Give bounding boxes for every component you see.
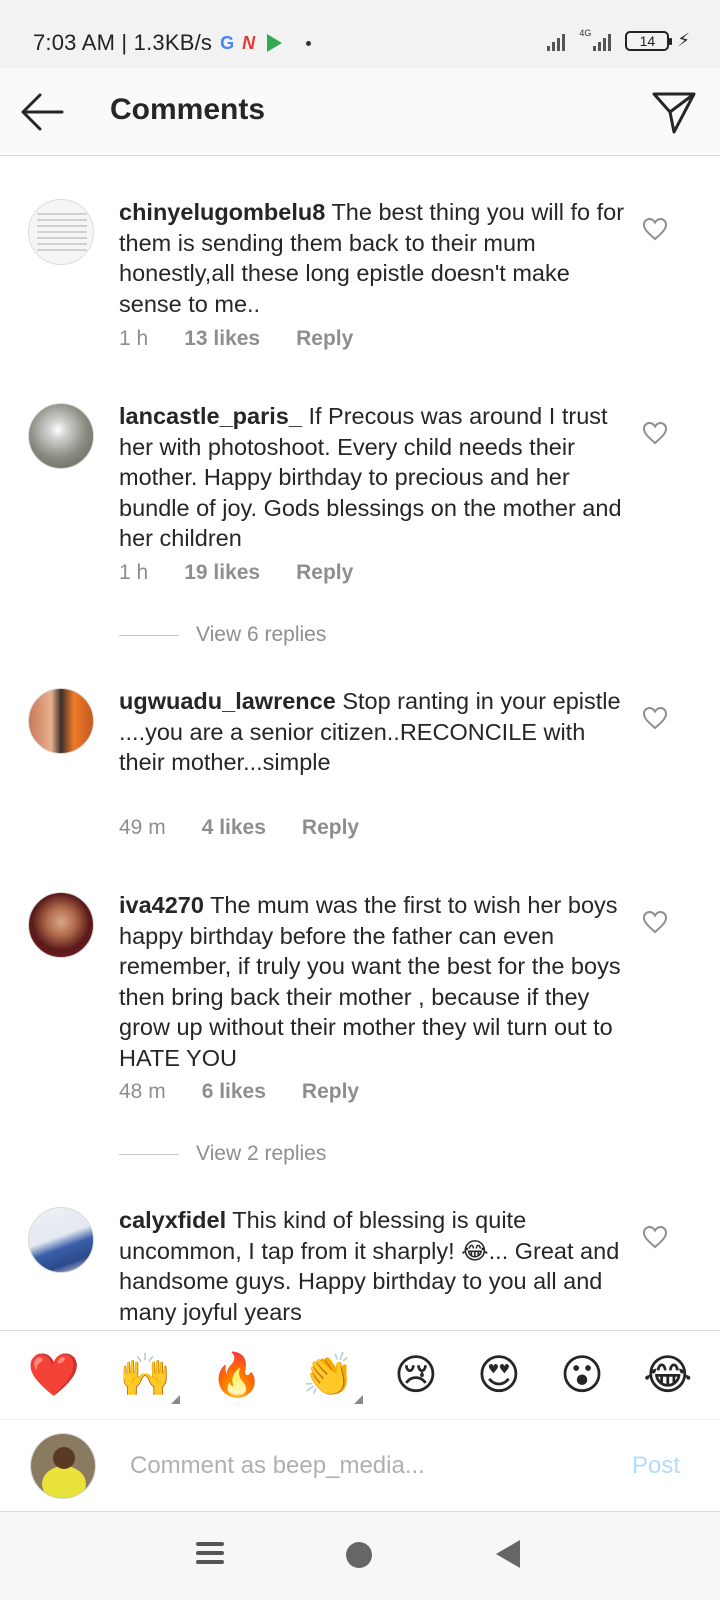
avatar	[30, 1433, 96, 1499]
heart-icon[interactable]	[642, 910, 668, 934]
avatar[interactable]	[28, 199, 94, 265]
status-bar: 7:03 AM | 1.3KB/s G N 4G 14 ⚡	[0, 0, 720, 68]
comment-time: 49 m	[119, 816, 166, 839]
back-button[interactable]	[18, 90, 66, 134]
notification-dot-icon	[306, 40, 312, 46]
view-replies-label: View 6 replies	[196, 623, 327, 646]
avatar[interactable]	[28, 688, 94, 754]
comment-meta: 49 m 4 likes Reply	[119, 816, 359, 840]
comment-meta: 1 h 19 likes Reply	[119, 561, 353, 585]
comment-username[interactable]: iva4270	[119, 892, 204, 918]
comment-text: ugwuadu_lawrence Stop ranting in your ep…	[119, 686, 634, 778]
comment-content: The mum was the first to wish her boys h…	[119, 892, 621, 1071]
comment-input-bar: Post	[0, 1420, 720, 1512]
post-button[interactable]: Post	[632, 1452, 680, 1480]
signal-2-icon	[593, 31, 613, 51]
signal-icon	[547, 31, 567, 51]
comment-likes[interactable]: 6 likes	[202, 1080, 266, 1104]
emoji-raised-hands-button[interactable]: 🙌	[119, 1350, 180, 1404]
avatar[interactable]	[28, 892, 94, 958]
comment-text: chinyelugombelu8 The best thing you will…	[119, 197, 634, 319]
comment-input[interactable]	[130, 1448, 570, 1484]
heart-icon[interactable]	[642, 217, 668, 241]
divider	[119, 1153, 179, 1155]
reply-button[interactable]: Reply	[296, 327, 353, 351]
comment-meta: 1 h 13 likes Reply	[119, 327, 353, 351]
play-store-icon	[267, 34, 283, 52]
reply-button[interactable]: Reply	[296, 561, 353, 585]
avatar[interactable]	[28, 1207, 94, 1273]
header: Comments	[0, 68, 720, 156]
reply-button[interactable]: Reply	[302, 816, 359, 840]
status-right: 4G 14 ⚡	[547, 27, 690, 51]
emoji-surprised-button[interactable]: 😮	[560, 1350, 604, 1400]
status-left: 7:03 AM | 1.3KB/s G N	[33, 30, 312, 56]
comments-list[interactable]: chinyelugombelu8 The best thing you will…	[0, 157, 720, 1330]
comment-username[interactable]: calyxfidel	[119, 1207, 226, 1233]
more-variants-icon	[353, 1395, 363, 1404]
reply-button[interactable]: Reply	[302, 1080, 359, 1104]
news-icon: N	[242, 33, 256, 53]
avatar[interactable]	[28, 403, 94, 469]
emoji-raised-hands-label: 🙌	[119, 1350, 172, 1399]
google-icon: G	[220, 33, 235, 53]
system-nav-bar	[0, 1512, 720, 1600]
heart-icon[interactable]	[642, 1225, 668, 1249]
view-replies-button[interactable]: View 6 replies	[119, 623, 326, 647]
heart-icon[interactable]	[642, 706, 668, 730]
comment-likes[interactable]: 13 likes	[184, 327, 260, 351]
comment-username[interactable]: ugwuadu_lawrence	[119, 688, 336, 714]
emoji-laughing-button[interactable]: 😂	[643, 1350, 692, 1400]
emoji-heart-eyes-button[interactable]: 😍	[477, 1350, 521, 1400]
back-triangle-icon[interactable]	[496, 1540, 520, 1568]
emoji-crying-button[interactable]: 😢	[394, 1350, 438, 1400]
heart-icon[interactable]	[642, 421, 668, 445]
emoji-heart-button[interactable]: ❤️	[28, 1350, 80, 1400]
arrow-left-icon	[21, 93, 64, 131]
emoji-clap-label: 👏	[302, 1350, 355, 1399]
share-button[interactable]	[650, 88, 698, 136]
emoji-bar: ❤️ 🙌 🔥 👏 😢 😍 😮 😂	[0, 1330, 720, 1420]
network-type: 4G	[579, 27, 592, 38]
comment-username[interactable]: chinyelugombelu8	[119, 199, 325, 225]
comment-likes[interactable]: 19 likes	[184, 561, 260, 585]
home-icon[interactable]	[346, 1542, 372, 1568]
status-time: 7:03 AM | 1.3KB/s	[33, 30, 213, 55]
comment-text: lancastle_paris_ If Precous was around I…	[119, 401, 634, 554]
comment-likes[interactable]: 4 likes	[202, 816, 266, 840]
view-replies-button[interactable]: View 2 replies	[119, 1142, 326, 1166]
comment-username[interactable]: lancastle_paris_	[119, 403, 302, 429]
menu-icon[interactable]	[196, 1542, 224, 1568]
comment-time: 1 h	[119, 327, 149, 350]
comment-text: calyxfidel This kind of blessing is quit…	[119, 1205, 634, 1327]
page-title: Comments	[110, 93, 266, 126]
comment-time: 48 m	[119, 1080, 166, 1103]
comment-text: iva4270 The mum was the first to wish he…	[119, 890, 634, 1073]
battery-icon: 14	[625, 30, 673, 51]
more-variants-icon	[170, 1395, 180, 1404]
charging-icon: ⚡	[677, 30, 690, 50]
comment-time: 1 h	[119, 561, 149, 584]
emoji-clap-button[interactable]: 👏	[302, 1350, 363, 1404]
paper-plane-icon	[652, 92, 696, 134]
emoji-fire-button[interactable]: 🔥	[211, 1350, 263, 1400]
divider	[119, 634, 179, 636]
comment-meta: 48 m 6 likes Reply	[119, 1080, 359, 1104]
view-replies-label: View 2 replies	[196, 1142, 327, 1165]
